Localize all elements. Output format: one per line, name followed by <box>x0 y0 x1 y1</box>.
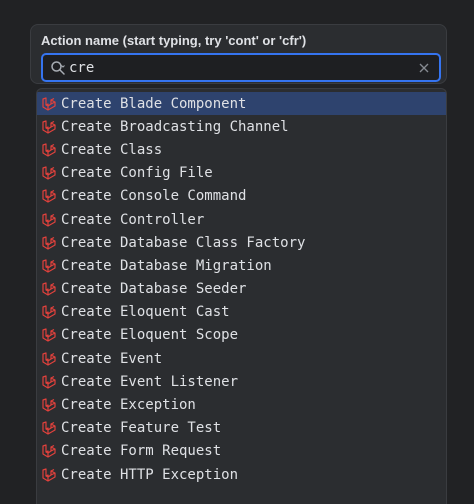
list-item[interactable]: Create Event Listener <box>37 370 446 393</box>
list-item-label: Create Console Command <box>61 188 247 205</box>
laravel-icon <box>41 397 57 413</box>
laravel-icon <box>41 96 57 112</box>
list-item-label: Create Eloquent Cast <box>61 304 230 321</box>
laravel-icon <box>41 420 57 436</box>
list-item[interactable]: Create Blade Component <box>37 92 446 116</box>
laravel-icon <box>41 258 57 274</box>
list-item-label: Create Eloquent Scope <box>61 327 239 344</box>
laravel-icon <box>41 351 57 367</box>
list-item[interactable]: Create Database Migration <box>37 254 446 277</box>
search-icon <box>49 59 67 77</box>
list-item-label: Create Database Migration <box>61 257 272 274</box>
laravel-icon <box>41 235 57 251</box>
list-item[interactable]: Create HTTP Exception <box>37 463 446 486</box>
laravel-icon <box>41 304 57 320</box>
action-results-list: Create Blade Component Create Broadcasti… <box>36 88 447 504</box>
list-item[interactable]: Create Feature Test <box>37 417 446 440</box>
list-item[interactable]: Create Class <box>37 138 446 161</box>
search-input[interactable] <box>67 55 415 80</box>
laravel-icon <box>41 467 57 483</box>
close-icon[interactable] <box>415 59 433 77</box>
list-item-label: Create Controller <box>61 211 205 228</box>
action-name-label: Action name (start typing, try 'cont' or… <box>41 33 307 48</box>
list-item-label: Create Form Request <box>61 443 222 460</box>
list-item[interactable]: Create Database Class Factory <box>37 231 446 254</box>
laravel-icon <box>41 327 57 343</box>
laravel-icon <box>41 165 57 181</box>
list-item-label: Create Feature Test <box>61 420 222 437</box>
list-item[interactable]: Create Exception <box>37 393 446 416</box>
laravel-icon <box>41 374 57 390</box>
list-item-label: Create Config File <box>61 165 213 182</box>
list-item-label: Create Database Class Factory <box>61 234 306 251</box>
list-item[interactable]: Create Database Seeder <box>37 278 446 301</box>
list-item-label: Create Class <box>61 141 163 158</box>
laravel-icon <box>41 142 57 158</box>
list-item[interactable]: Create Form Request <box>37 440 446 463</box>
list-item[interactable]: Create Console Command <box>37 185 446 208</box>
list-item[interactable]: Create Broadcasting Channel <box>37 115 446 138</box>
list-item-label: Create Event Listener <box>61 373 239 390</box>
list-item-label: Create Event <box>61 350 163 367</box>
list-item[interactable]: Create Eloquent Cast <box>37 301 446 324</box>
list-item-label: Create Database Seeder <box>61 281 247 298</box>
list-item[interactable]: Create Controller <box>37 208 446 231</box>
laravel-icon <box>41 119 57 135</box>
list-item-label: Create Broadcasting Channel <box>61 118 289 135</box>
list-item[interactable]: Create Event <box>37 347 446 370</box>
results-list-inner: Create Blade Component Create Broadcasti… <box>37 89 446 486</box>
list-item-label: Create Exception <box>61 397 196 414</box>
action-search-panel: Action name (start typing, try 'cont' or… <box>30 24 447 84</box>
laravel-icon <box>41 281 57 297</box>
list-item-label: Create Blade Component <box>61 95 247 112</box>
laravel-icon <box>41 212 57 228</box>
list-item[interactable]: Create Eloquent Scope <box>37 324 446 347</box>
search-box[interactable] <box>41 53 441 82</box>
laravel-icon <box>41 443 57 459</box>
list-item-label: Create HTTP Exception <box>61 466 239 483</box>
laravel-icon <box>41 188 57 204</box>
list-item[interactable]: Create Config File <box>37 162 446 185</box>
